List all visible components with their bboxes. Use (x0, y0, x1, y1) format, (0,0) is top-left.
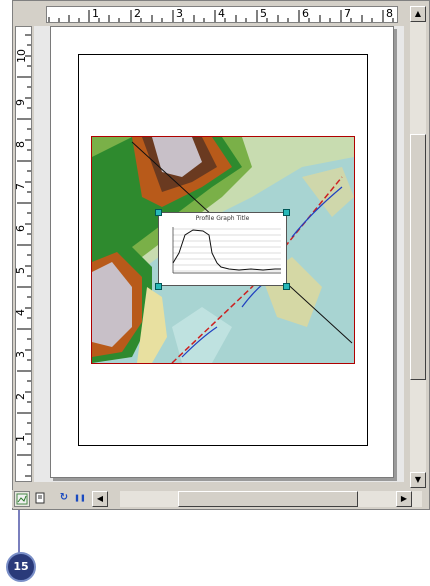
ruler-label-10: 10 (15, 49, 28, 63)
vertical-ruler: 10 9 8 7 6 5 4 3 2 1 (14, 26, 32, 482)
profile-graph-title: Profile Graph Title (195, 215, 250, 222)
ruler-label-1: 1 (14, 435, 27, 442)
vertical-scrollbar[interactable]: ▲ ▼ (410, 6, 426, 488)
ruler-label-8: 8 (386, 7, 393, 20)
selection-handle-top-left[interactable] (155, 209, 162, 216)
scroll-up-button[interactable]: ▲ (410, 6, 426, 22)
ruler-label-3: 3 (14, 351, 27, 358)
ruler-label-2: 2 (134, 7, 141, 20)
ruler-label-9: 9 (14, 99, 27, 106)
ruler-label-2: 2 (14, 393, 27, 400)
ruler-label-4: 4 (218, 7, 225, 20)
ruler-label-6: 6 (302, 7, 309, 20)
selection-handle-bottom-right[interactable] (283, 283, 290, 290)
scroll-down-button[interactable]: ▼ (410, 472, 426, 488)
refresh-button[interactable]: ↻ (56, 491, 72, 507)
selection-handle-top-right[interactable] (283, 209, 290, 216)
vertical-scroll-thumb[interactable] (410, 134, 426, 380)
layout-view-icon (35, 492, 45, 504)
data-view-icon (16, 493, 28, 505)
ruler-label-8: 8 (14, 141, 27, 148)
profile-graph-plot (172, 227, 281, 274)
layout-bottom-toolbar: ↻ ❚❚ ◀ ▶ (12, 490, 426, 508)
profile-graph[interactable]: Profile Graph Title (158, 212, 287, 286)
pause-drawing-icon: ❚❚ (74, 494, 86, 502)
selection-handle-bottom-left[interactable] (155, 283, 162, 290)
ruler-label-7: 7 (344, 7, 351, 20)
ruler-label-5: 5 (14, 267, 27, 274)
ruler-label-7: 7 (14, 183, 27, 190)
pause-drawing-button[interactable]: ❚❚ (72, 491, 88, 507)
data-view-button[interactable] (14, 491, 30, 507)
ruler-label-1: 1 (92, 7, 99, 20)
scroll-left-button[interactable]: ◀ (92, 491, 108, 507)
step-callout-badge: 15 (6, 552, 36, 582)
callout-leader-line (18, 510, 20, 554)
refresh-icon: ↻ (59, 492, 69, 503)
ruler-label-6: 6 (14, 225, 27, 232)
ruler-label-4: 4 (14, 309, 27, 316)
layout-view-button[interactable] (32, 491, 48, 507)
ruler-ticks-v (17, 34, 31, 477)
horizontal-ruler: 1 2 3 4 5 6 7 8 (46, 6, 398, 23)
ruler-label-5: 5 (260, 7, 267, 20)
horizontal-scroll-thumb[interactable] (178, 491, 358, 507)
scroll-right-button[interactable]: ▶ (396, 491, 412, 507)
ruler-label-3: 3 (176, 7, 183, 20)
horizontal-scrollbar[interactable] (120, 491, 422, 507)
